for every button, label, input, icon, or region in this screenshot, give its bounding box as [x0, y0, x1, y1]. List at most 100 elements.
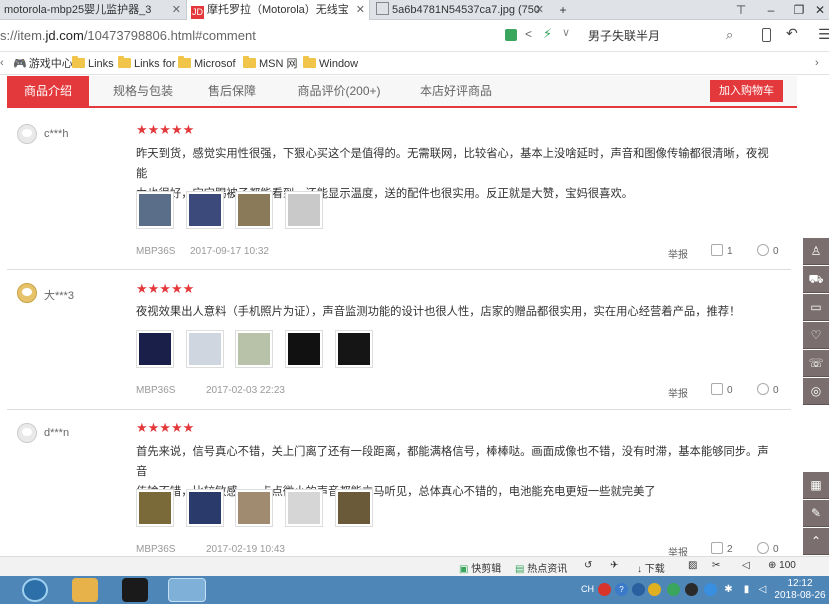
download-icon: ↓: [637, 564, 642, 575]
chevron-left-icon[interactable]: ‹: [0, 57, 4, 69]
new-tab-button[interactable]: +: [555, 2, 571, 18]
review-image-thumbnail[interactable]: [285, 489, 323, 527]
shield-tray-icon[interactable]: [648, 583, 661, 596]
user-icon[interactable]: ♙: [803, 238, 829, 265]
language-indicator[interactable]: CH: [581, 584, 594, 594]
folder-icon: [178, 56, 191, 68]
review-image-thumbnail[interactable]: [136, 489, 174, 527]
close-tab-icon[interactable]: ✕: [535, 0, 544, 20]
file-explorer-icon[interactable]: [72, 578, 98, 602]
app-icon[interactable]: [122, 578, 148, 602]
tab-after-sales[interactable]: 售后保障: [197, 76, 267, 106]
heart-icon[interactable]: ♡: [803, 322, 829, 349]
help-tray-icon[interactable]: ?: [615, 583, 628, 596]
bookmark-item[interactable]: Links for: [118, 56, 176, 72]
chevron-down-icon[interactable]: ∨: [562, 26, 570, 39]
chevron-right-icon[interactable]: ›: [815, 57, 819, 69]
download-button[interactable]: ↓ 下载: [637, 560, 665, 575]
review-image-thumbnail[interactable]: [285, 191, 323, 229]
minimize-icon[interactable]: –: [763, 2, 779, 18]
report-link[interactable]: 举报: [668, 246, 688, 261]
system-clock[interactable]: 12:12 2018-08-26: [772, 578, 828, 602]
review-image-thumbnail[interactable]: [235, 330, 273, 368]
review-image-thumbnail[interactable]: [235, 191, 273, 229]
security-tray-icon[interactable]: [598, 583, 611, 596]
qr-code-icon[interactable]: [505, 29, 517, 41]
comment-button[interactable]: 0: [757, 383, 779, 396]
bookmark-item[interactable]: Window: [303, 56, 358, 72]
ticket-icon[interactable]: ▭: [803, 294, 829, 321]
bookmark-item[interactable]: Links: [72, 56, 114, 72]
volume-icon[interactable]: ◁: [756, 583, 769, 596]
review-image-thumbnail[interactable]: [186, 330, 224, 368]
review-image-thumbnail[interactable]: [335, 330, 373, 368]
zoom-level[interactable]: ⊕ 100: [768, 560, 796, 571]
review-image-thumbnail[interactable]: [186, 489, 224, 527]
bookmarks-bar: ‹ 🎮 游戏中心 Links Links for Microsof MSN 网 W…: [0, 53, 829, 75]
settings-tray-icon[interactable]: [685, 583, 698, 596]
update-tray-icon[interactable]: [667, 583, 680, 596]
screenshot-icon[interactable]: ✂: [712, 560, 720, 571]
review-image-thumbnail[interactable]: [136, 330, 174, 368]
bookmark-label: MSN 网: [259, 58, 298, 70]
tab-specs[interactable]: 规格与包装: [103, 76, 183, 106]
phone-icon[interactable]: [762, 28, 771, 42]
close-tab-icon[interactable]: ✕: [172, 0, 181, 20]
bookmark-item[interactable]: 🎮 游戏中心: [13, 56, 73, 72]
review-image-thumbnail[interactable]: [285, 330, 323, 368]
comment-button[interactable]: 0: [757, 244, 779, 257]
comment-button[interactable]: 0: [757, 542, 779, 555]
chat-tray-icon[interactable]: [704, 583, 717, 596]
bluetooth-icon[interactable]: ✱: [722, 583, 735, 596]
restore-icon[interactable]: ❐: [791, 2, 807, 18]
add-to-cart-button[interactable]: 加入购物车: [710, 80, 783, 102]
close-window-icon[interactable]: ✕: [812, 2, 828, 18]
bookmark-item[interactable]: MSN 网: [243, 56, 298, 72]
sound-icon[interactable]: ◁: [742, 560, 750, 571]
network-tray-icon[interactable]: [632, 583, 645, 596]
chat-icon[interactable]: ☏: [803, 350, 829, 377]
report-link[interactable]: 举报: [668, 385, 688, 400]
like-button[interactable]: 0: [711, 383, 733, 396]
undo-icon[interactable]: ↶: [786, 25, 798, 42]
browser-tab-3[interactable]: 5a6b4781N54537ca7.jpg (750 ✕: [372, 0, 548, 20]
url-domain: jd.com: [45, 28, 84, 43]
review-date: 2017-09-17 10:32: [190, 246, 269, 257]
image-icon[interactable]: ▨: [688, 560, 697, 571]
close-tab-icon[interactable]: ✕: [356, 0, 365, 20]
like-button[interactable]: 2: [711, 542, 733, 555]
tab-product-intro[interactable]: 商品介绍: [7, 76, 89, 106]
search-input[interactable]: 男子失联半月: [588, 26, 746, 46]
review-image-thumbnail[interactable]: [136, 191, 174, 229]
browser-tab-1[interactable]: motorola-mbp25婴儿监护器_3 ✕: [0, 0, 185, 20]
review-text: 夜视效果出人意料（手机照片为证），声音监测功能的设计也很人性，店家的赠品都很实用…: [136, 302, 776, 322]
quick-clip-button[interactable]: ▣ 快剪辑: [459, 560, 501, 575]
search-icon[interactable]: ⌕: [726, 27, 733, 43]
feedback-icon[interactable]: ✎: [803, 500, 829, 527]
menu-icon[interactable]: ☰: [818, 26, 829, 43]
start-button[interactable]: [22, 578, 48, 602]
url-field[interactable]: s://item.jd.com/10473798806.html#comment: [0, 28, 256, 43]
share-icon[interactable]: <: [525, 27, 532, 41]
grid-icon[interactable]: ▦: [803, 472, 829, 499]
review-image-thumbnail[interactable]: [186, 191, 224, 229]
shirt-icon[interactable]: ⊤: [733, 2, 749, 18]
history-icon[interactable]: ◎: [803, 378, 829, 405]
tab-reviews[interactable]: 商品评价(200+): [289, 76, 389, 106]
back-to-top-icon[interactable]: ⌃: [803, 528, 829, 555]
tab-shop-picks[interactable]: 本店好评商品: [411, 76, 501, 106]
refresh-icon[interactable]: ↺: [584, 560, 592, 571]
browser-tab-2[interactable]: JD 摩托罗拉（Motorola）无线宝 ✕: [186, 0, 370, 20]
browser-status-bar: ▣ 快剪辑 ▤ 热点资讯 ↺ ✈ ↓ 下载 ▨ ✂ ◁ ⊕ 100: [0, 556, 829, 576]
review-image-thumbnail[interactable]: [335, 489, 373, 527]
cart-icon[interactable]: ⛟: [803, 266, 829, 293]
signal-icon[interactable]: ▮: [740, 583, 753, 596]
browser-taskbar-icon[interactable]: [168, 578, 206, 602]
lightning-icon[interactable]: ⚡: [543, 26, 552, 42]
like-button[interactable]: 1: [711, 244, 733, 257]
review-image-thumbnail[interactable]: [235, 489, 273, 527]
pin-icon[interactable]: ✈: [610, 560, 618, 571]
bookmark-item[interactable]: Microsof: [178, 56, 236, 72]
hot-news-button[interactable]: ▤ 热点资讯: [515, 560, 567, 575]
news-icon: ▤: [515, 564, 525, 575]
